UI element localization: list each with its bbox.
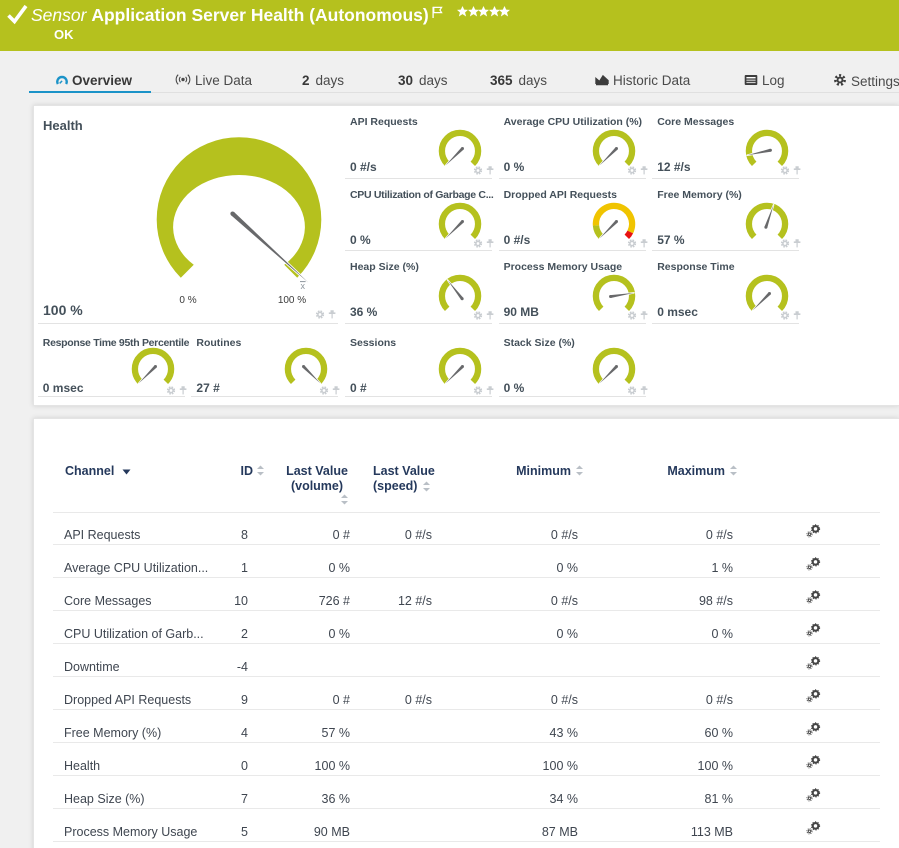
svg-text:x: x bbox=[301, 281, 306, 291]
